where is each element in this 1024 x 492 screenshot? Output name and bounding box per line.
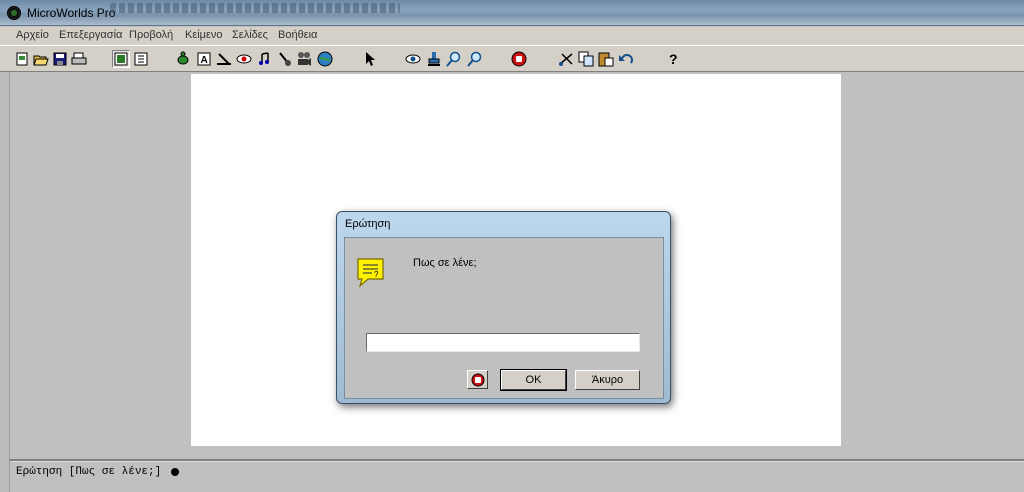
- menu-file[interactable]: Αρχείο: [16, 29, 49, 41]
- help-icon[interactable]: ?: [664, 50, 682, 68]
- command-text: Ερώτηση [Πως σε λένε;]: [16, 466, 162, 478]
- stamp-icon[interactable]: [425, 50, 443, 68]
- zoom-in-icon[interactable]: [445, 50, 463, 68]
- new-turtle-icon[interactable]: [174, 50, 192, 68]
- dialog-title: Ερώτηση: [345, 218, 391, 230]
- question-dialog: Ερώτηση ? Πως σε λένε; OK Άκυρο: [336, 211, 671, 404]
- open-icon[interactable]: [32, 50, 50, 68]
- copy-icon[interactable]: [577, 50, 595, 68]
- new-graphics-icon[interactable]: [316, 50, 334, 68]
- window-title: MicroWorlds Pro: [27, 6, 116, 20]
- eye-icon[interactable]: [404, 50, 422, 68]
- stop-all-icon[interactable]: [510, 50, 528, 68]
- svg-text:A: A: [201, 55, 208, 66]
- menu-text[interactable]: Κείμενο: [185, 29, 223, 41]
- dialog-prompt: Πως σε λένε;: [413, 257, 477, 269]
- cancel-button[interactable]: Άκυρο: [575, 370, 640, 390]
- new-slider-icon[interactable]: [215, 50, 233, 68]
- print-icon[interactable]: [70, 50, 88, 68]
- ok-button[interactable]: OK: [500, 369, 567, 391]
- microworlds-app-icon: [7, 6, 21, 20]
- svg-text:?: ?: [374, 270, 379, 279]
- menu-view[interactable]: Προβολή: [129, 29, 173, 41]
- project-view-icon[interactable]: [132, 50, 150, 68]
- save-icon[interactable]: [51, 50, 69, 68]
- new-melody-icon[interactable]: [255, 50, 273, 68]
- window-left-edge: [0, 72, 10, 492]
- stop-button[interactable]: [467, 370, 488, 389]
- new-button-icon[interactable]: [235, 50, 253, 68]
- dialog-body: ? Πως σε λένε; OK Άκυρο: [344, 237, 664, 399]
- answer-input[interactable]: [366, 333, 640, 352]
- cut-icon[interactable]: [557, 50, 575, 68]
- procedures-view-icon[interactable]: [112, 50, 130, 68]
- window-titlebar[interactable]: MicroWorlds Pro: [0, 0, 1024, 26]
- menu-bar: Αρχείο Επεξεργασία Προβολή Κείμενο Σελίδ…: [0, 27, 1024, 45]
- select-pointer-icon[interactable]: [361, 50, 379, 68]
- stop-icon: [471, 373, 484, 386]
- undo-icon[interactable]: [617, 50, 635, 68]
- question-speech-bubble-icon: ?: [354, 256, 388, 290]
- menu-help[interactable]: Βοήθεια: [278, 29, 317, 41]
- toolbar: A ?: [0, 45, 1024, 72]
- svg-text:?: ?: [669, 51, 678, 67]
- menu-edit[interactable]: Επεξεργασία: [59, 29, 122, 41]
- menu-pages[interactable]: Σελίδες: [232, 29, 268, 41]
- new-video-icon[interactable]: [295, 50, 313, 68]
- new-page-icon[interactable]: [13, 50, 31, 68]
- new-text-icon[interactable]: A: [195, 50, 213, 68]
- new-sound-icon[interactable]: [275, 50, 293, 68]
- blurred-taskbar-ghost: [110, 3, 400, 13]
- zoom-out-icon[interactable]: [466, 50, 484, 68]
- paste-icon[interactable]: [597, 50, 615, 68]
- command-center[interactable]: Ερώτηση [Πως σε λένε;]: [10, 459, 1024, 492]
- command-cursor: [171, 468, 179, 476]
